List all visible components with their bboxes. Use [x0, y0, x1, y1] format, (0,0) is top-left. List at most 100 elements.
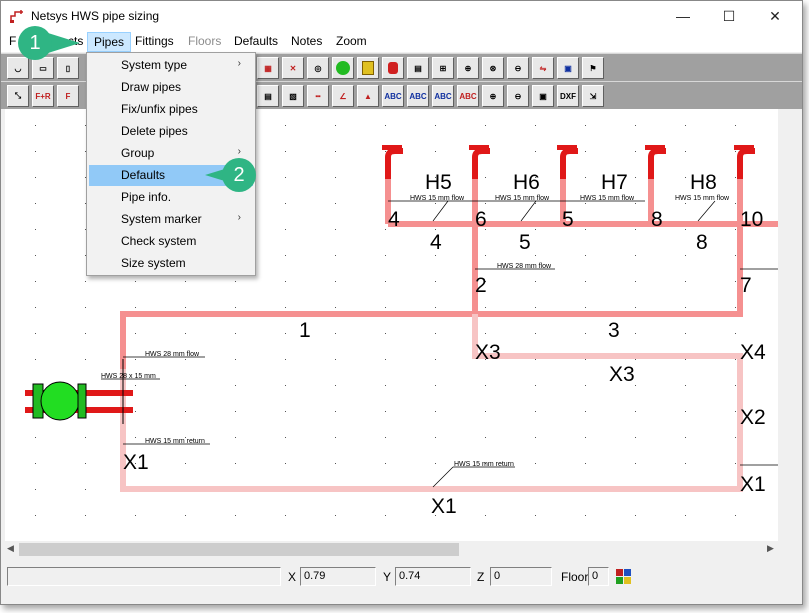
segment-x3: X3	[609, 363, 635, 386]
status-message	[7, 567, 281, 586]
menu-item-system-marker[interactable]: System marker ›	[89, 209, 253, 230]
zoom-out-icon: ⊖	[514, 63, 522, 73]
node-10: 10	[740, 208, 763, 231]
segment-x1-bottom: X1	[431, 495, 457, 518]
menu-item-label: Pipe info.	[121, 190, 172, 204]
menu-item-label: Check system	[121, 234, 197, 248]
toolbar-button-flow[interactable]: F	[57, 85, 79, 107]
menu-file[interactable]: F	[9, 34, 16, 48]
toolbar-button-pipe-line[interactable]: ┅	[307, 85, 329, 107]
toolbar-button-zoom-area[interactable]: ⊛	[482, 57, 504, 79]
node-2: 2	[475, 274, 487, 297]
menu-item-label: Size system	[121, 256, 186, 270]
horizontal-scrollbar[interactable]: ◀ ▶	[5, 541, 795, 558]
toolbar-button-grid[interactable]: ▦	[257, 57, 279, 79]
toolbar-button-text-4[interactable]: ABC	[457, 85, 479, 107]
node-x1-right: X1	[740, 473, 766, 496]
menu-item-label: System marker	[121, 212, 202, 226]
toolbar-button-cylinder[interactable]: ◎	[307, 57, 329, 79]
toolbar-button-calculator[interactable]	[357, 57, 379, 79]
node-6: 6	[475, 208, 487, 231]
menu-item-draw-pipes[interactable]: Draw pipes	[89, 77, 253, 98]
close-button[interactable]: ✕	[752, 1, 798, 31]
toolbar-button-pump[interactable]	[332, 57, 354, 79]
note-hws15-a: HWS 15 mm flow	[410, 195, 465, 202]
segment-4: 4	[430, 231, 442, 254]
toolbar-button-redraw[interactable]: ⇋	[532, 57, 554, 79]
toolbar-button-delete-grid[interactable]: ✕	[282, 57, 304, 79]
toolbar-button-text-3[interactable]: ABC	[432, 85, 454, 107]
floor-label: Floor	[561, 570, 589, 584]
toolbar-button-fit[interactable]: ⤡	[7, 85, 29, 107]
flow-return-label: F+R	[35, 91, 51, 101]
menu-item-label: Fix/unfix pipes	[121, 102, 198, 116]
toolbar-button-text-2[interactable]: ABC	[407, 85, 429, 107]
toolbar-button-flow-return[interactable]: F+R	[32, 85, 54, 107]
menu-item-label: Defaults	[121, 168, 166, 182]
fit-icon: ⤡	[14, 91, 22, 100]
menu-bar: F cts Pipes Fittings Floors Defaults Not…	[1, 31, 802, 52]
export-icon: ⇲	[589, 91, 597, 101]
toolbar-button-measure[interactable]: ▤	[407, 57, 429, 79]
menu-item-system-type[interactable]: System type ›	[89, 55, 253, 76]
redraw-icon: ⇋	[539, 63, 547, 73]
scroll-right-arrow-icon[interactable]: ▶	[767, 543, 774, 554]
note-hws15-return-a: HWS 15 mm return	[145, 438, 205, 445]
callout-badge: 1	[18, 26, 52, 60]
window-title: Netsys HWS pipe sizing	[31, 9, 160, 23]
y-coordinate: 0.74	[395, 567, 471, 586]
segment-8: 8	[696, 231, 708, 254]
menu-zoom[interactable]: Zoom	[336, 34, 367, 48]
menu-defaults[interactable]: Defaults	[234, 34, 278, 48]
toolbar-button-finish[interactable]: ⚑	[582, 57, 604, 79]
zoom-in-icon: ⊕	[464, 63, 472, 73]
toolbar-button-zoom-out-2[interactable]: ⊖	[507, 85, 529, 107]
menu-item-fix-unfix-pipes[interactable]: Fix/unfix pipes	[89, 99, 253, 120]
toolbar-button-snap[interactable]: ⊞	[432, 57, 454, 79]
menu-item-check-system[interactable]: Check system	[89, 231, 253, 252]
segment-3: 3	[608, 319, 620, 342]
toolbar-button-tank[interactable]	[382, 57, 404, 79]
minimize-button[interactable]: —	[660, 1, 706, 31]
toolbar-button-zoom-out[interactable]: ⊖	[507, 57, 529, 79]
toolbar-button-save[interactable]: ▣	[557, 57, 579, 79]
node-8: 8	[651, 208, 663, 231]
submenu-arrow-icon: ›	[237, 212, 241, 223]
vertical-scrollbar[interactable]	[778, 109, 795, 541]
menu-fittings[interactable]: Fittings	[135, 34, 174, 48]
segment-x2: X2	[740, 406, 766, 429]
red-tank-icon	[388, 62, 398, 74]
toolbar-button-export[interactable]: ⇲	[582, 85, 604, 107]
menu-item-size-system[interactable]: Size system	[89, 253, 253, 274]
toolbar-button-text-1[interactable]: ABC	[382, 85, 404, 107]
toolbar-button-print[interactable]: ▤	[257, 85, 279, 107]
scroll-left-arrow-icon[interactable]: ◀	[7, 543, 14, 554]
node-x1-left: X1	[123, 451, 149, 474]
cylinder-icon: ◎	[314, 63, 322, 73]
toolbar-button-window[interactable]: ▣	[532, 85, 554, 107]
abc-label-3: ABC	[434, 91, 452, 101]
toolbar-button-zoom-in[interactable]: ⊕	[457, 57, 479, 79]
toolbar-button-angle[interactable]: ∠	[332, 85, 354, 107]
toolbar-button-zoom-in-2[interactable]: ⊕	[482, 85, 504, 107]
note-hws28-main: HWS 28 mm flow	[145, 351, 200, 358]
z-label: Z	[477, 570, 485, 584]
toolbar-button-3d[interactable]: ▲	[357, 85, 379, 107]
menu-item-delete-pipes[interactable]: Delete pipes	[89, 121, 253, 142]
menu-floors[interactable]: Floors	[188, 34, 221, 48]
menu-item-label: Delete pipes	[121, 124, 188, 138]
y-label: Y	[383, 570, 392, 584]
status-bar: X 0.79 Y 0.74 Z 0 Floor 0	[1, 563, 802, 589]
bath-icon: ▭	[39, 63, 47, 73]
menu-pipes[interactable]: Pipes	[87, 32, 132, 52]
horizontal-scroll-thumb[interactable]	[19, 543, 459, 556]
floor-select-icon[interactable]	[615, 568, 633, 586]
snap-icon: ⊞	[439, 63, 447, 73]
dxf-label: DXF	[560, 91, 576, 101]
toolbar-button-layers[interactable]: ▧	[282, 85, 304, 107]
maximize-button[interactable]: ☐	[706, 1, 752, 31]
note-hws15-d: HWS 15 mm flow	[675, 195, 730, 202]
menu-notes[interactable]: Notes	[291, 34, 322, 48]
node-5: 5	[562, 208, 574, 231]
toolbar-button-dxf[interactable]: DXF	[557, 85, 579, 107]
